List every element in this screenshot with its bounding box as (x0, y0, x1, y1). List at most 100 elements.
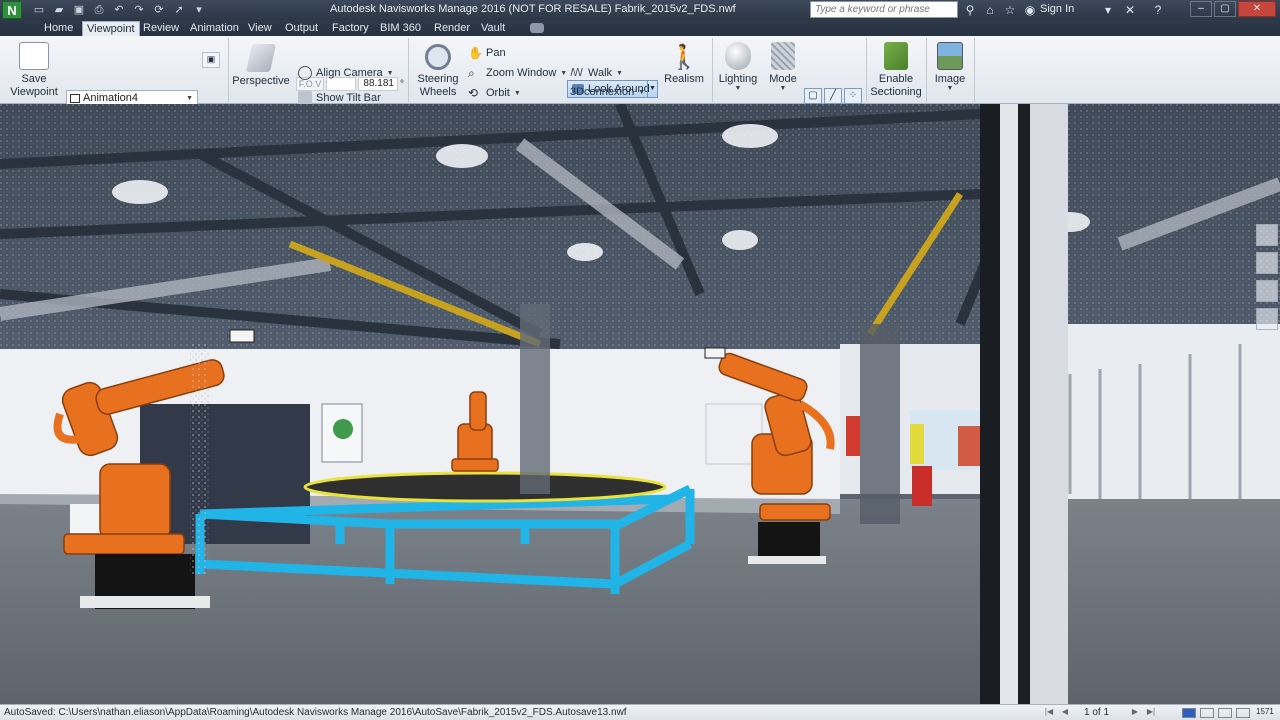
tab-output[interactable]: Output (281, 21, 322, 36)
panel-divider (974, 38, 975, 102)
previous-page-icon[interactable]: ◀ (1060, 707, 1070, 718)
open-folder-icon[interactable]: ▰ (50, 2, 68, 18)
close-button[interactable]: ✕ (1238, 1, 1276, 17)
tab-view[interactable]: View (244, 21, 276, 36)
tab-vault[interactable]: Vault (477, 21, 509, 36)
tab-viewpoint[interactable]: Viewpoint (82, 21, 140, 36)
refresh-icon[interactable]: ⟳ (150, 2, 168, 18)
first-page-icon[interactable]: |◀ (1044, 707, 1054, 718)
navigation-bar-zoom-icon[interactable] (1256, 280, 1278, 302)
save-viewpoint-button[interactable]: Save Viewpoint (6, 42, 62, 99)
next-page-icon[interactable]: ▶ (1130, 707, 1140, 718)
hand-pan-icon: ✋ (468, 46, 483, 60)
new-file-icon[interactable]: ▭ (30, 2, 48, 18)
window-controls: – ▢ ✕ (1190, 1, 1276, 17)
chevron-down-icon: ▼ (386, 69, 394, 77)
panel-divider (866, 38, 867, 102)
orbit-label: Orbit (486, 87, 510, 99)
user-icon[interactable]: ◉ (1022, 2, 1038, 18)
camera-icon (19, 42, 49, 70)
collaboration-icon[interactable] (1182, 708, 1196, 718)
subscription-icon[interactable]: ⌂ (982, 2, 998, 18)
memory-usage: 1571 (1256, 707, 1274, 716)
page-indicator: 1 of 1 (1084, 707, 1110, 718)
favorites-star-icon[interactable]: ☆ (1002, 2, 1018, 18)
lighting-label: Lighting (718, 73, 758, 85)
realism-button[interactable]: 🚶 Realism (662, 42, 706, 85)
show-tilt-bar-button[interactable]: Show Tilt Bar (298, 91, 381, 105)
walk-button[interactable]: ꟿ Walk ▼ (570, 66, 623, 80)
panel-divider (228, 38, 229, 102)
orbit-icon: ⟲ (468, 86, 479, 100)
pan-button[interactable]: ✋ Pan (468, 46, 506, 60)
points-toggle-icon[interactable]: ⁘ (844, 88, 862, 104)
align-camera-icon (298, 66, 312, 80)
chevron-down-icon: ▼ (638, 88, 646, 96)
flashlight-icon (725, 42, 751, 70)
help-search-input[interactable] (810, 1, 958, 18)
lines-toggle-icon[interactable]: ╱ (824, 88, 842, 104)
performance-icon[interactable] (1200, 708, 1214, 718)
orbit-button[interactable]: ⟲ Orbit ▼ (468, 86, 521, 100)
qat-dropdown-icon[interactable]: ▾ (190, 2, 208, 18)
navisworks-logo-icon[interactable]: N (2, 1, 22, 19)
tab-animation[interactable]: Animation (186, 21, 243, 36)
navigation-bar-pan-icon[interactable] (1256, 252, 1278, 274)
chevron-down-icon: ▼ (779, 85, 787, 92)
undo-icon[interactable]: ↶ (110, 2, 128, 18)
window-title: Autodesk Navisworks Manage 2016 (NOT FOR… (330, 3, 736, 15)
animation-settings-button[interactable]: ▣ (202, 52, 220, 68)
autosave-path: AutoSaved: C:\Users\nathan.eliason\AppDa… (4, 707, 627, 718)
zoom-window-button[interactable]: ⌕ Zoom Window ▼ (468, 66, 567, 80)
ribbon-minimize-toggle[interactable] (530, 23, 544, 33)
navigation-bar-orbit-icon[interactable] (1256, 308, 1278, 330)
binoculars-icon[interactable]: ⚲ (962, 2, 978, 18)
navigation-bar-toggle-icon[interactable] (1256, 224, 1278, 246)
tab-render[interactable]: Render (430, 21, 474, 36)
walk-footprints-icon: ꟿ (570, 67, 584, 79)
panel-divider (926, 38, 927, 102)
chevron-down-icon: ▼ (946, 85, 954, 92)
disk-icon[interactable] (1218, 708, 1232, 718)
image-export-button[interactable]: Image ▼ (930, 42, 970, 92)
mode-button[interactable]: Mode ▼ (764, 42, 802, 92)
perspective-button[interactable]: Perspective (232, 44, 290, 87)
select-icon[interactable]: ➚ (170, 2, 188, 18)
maximize-button[interactable]: ▢ (1214, 1, 1236, 17)
save-icon[interactable]: ▣ (70, 2, 88, 18)
render-mode-icon (771, 42, 795, 70)
3dconnexion-button[interactable]: 3Dconnexion ▼ (570, 86, 645, 98)
perspective-label: Perspective (232, 75, 290, 87)
chevron-down-icon: ▼ (513, 89, 521, 97)
person-realism-icon: 🚶 (669, 44, 699, 71)
last-page-icon[interactable]: ▶| (1146, 707, 1156, 718)
lighting-button[interactable]: Lighting ▼ (716, 42, 760, 92)
steering-wheels-button[interactable]: Steering Wheels (412, 44, 464, 99)
chevron-down-icon: ▼ (186, 95, 193, 102)
exchange-icon[interactable]: ✕ (1122, 2, 1138, 18)
zoom-icon: ⌕ (468, 66, 475, 80)
align-camera-label: Align Camera (316, 67, 383, 79)
image-label: Image (934, 73, 966, 85)
help-icon[interactable]: ? (1150, 2, 1166, 18)
minimize-button[interactable]: – (1190, 1, 1212, 17)
redo-icon[interactable]: ↷ (130, 2, 148, 18)
align-camera-button[interactable]: Align Camera ▼ (298, 66, 394, 80)
ribbon-tab-bar: Home Viewpoint Review Animation View Out… (0, 20, 1280, 36)
pan-label: Pan (486, 47, 506, 59)
chevron-down-icon[interactable]: ▼ (647, 81, 657, 97)
turntable (303, 471, 667, 503)
sign-in-link[interactable]: Sign In (1040, 3, 1074, 15)
zoom-window-label: Zoom Window (486, 67, 557, 79)
network-icon[interactable] (1236, 708, 1250, 718)
tab-review[interactable]: Review (139, 21, 183, 36)
sign-in-dropdown-icon[interactable]: ▾ (1100, 2, 1116, 18)
tab-bim360[interactable]: BIM 360 (376, 21, 425, 36)
tab-home[interactable]: Home (40, 21, 77, 36)
surfaces-toggle-icon[interactable]: ▢ (804, 88, 822, 104)
enable-sectioning-button[interactable]: Enable Sectioning (870, 42, 922, 99)
print-icon[interactable]: ⎙ (90, 2, 108, 18)
factory-scene-render (0, 104, 1280, 704)
tab-factory[interactable]: Factory (328, 21, 373, 36)
3d-viewport[interactable] (0, 104, 1280, 704)
